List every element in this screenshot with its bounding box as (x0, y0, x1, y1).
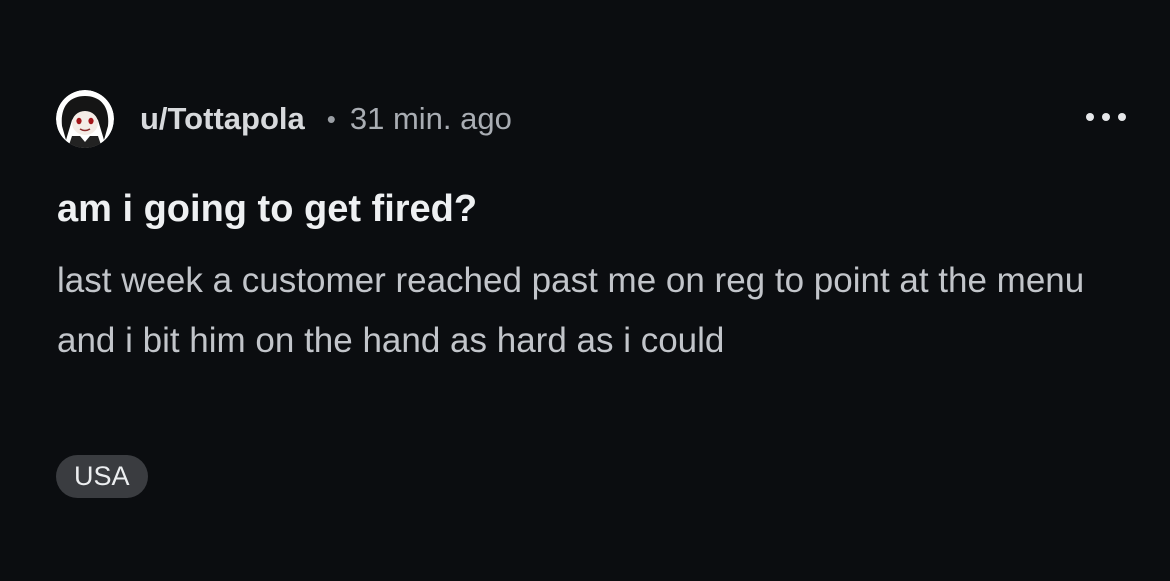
meta-separator: • (326, 103, 336, 134)
flair-badge[interactable]: USA (56, 455, 148, 498)
post-body: last week a customer reached past me on … (57, 261, 1085, 360)
post-title[interactable]: am i going to get fired? (57, 185, 477, 233)
post-card: u/Tottapola • 31 min. ago am i going to … (0, 0, 1170, 581)
more-dot-2 (1102, 113, 1110, 121)
more-dot-3 (1118, 113, 1126, 121)
post-timestamp: 31 min. ago (349, 101, 512, 136)
post-author[interactable]: u/Tottapola (140, 101, 305, 137)
post-header: u/Tottapola • 31 min. ago (56, 86, 512, 152)
more-options-icon[interactable] (1086, 104, 1126, 130)
more-dot-1 (1086, 113, 1094, 121)
avatar[interactable] (56, 90, 114, 148)
